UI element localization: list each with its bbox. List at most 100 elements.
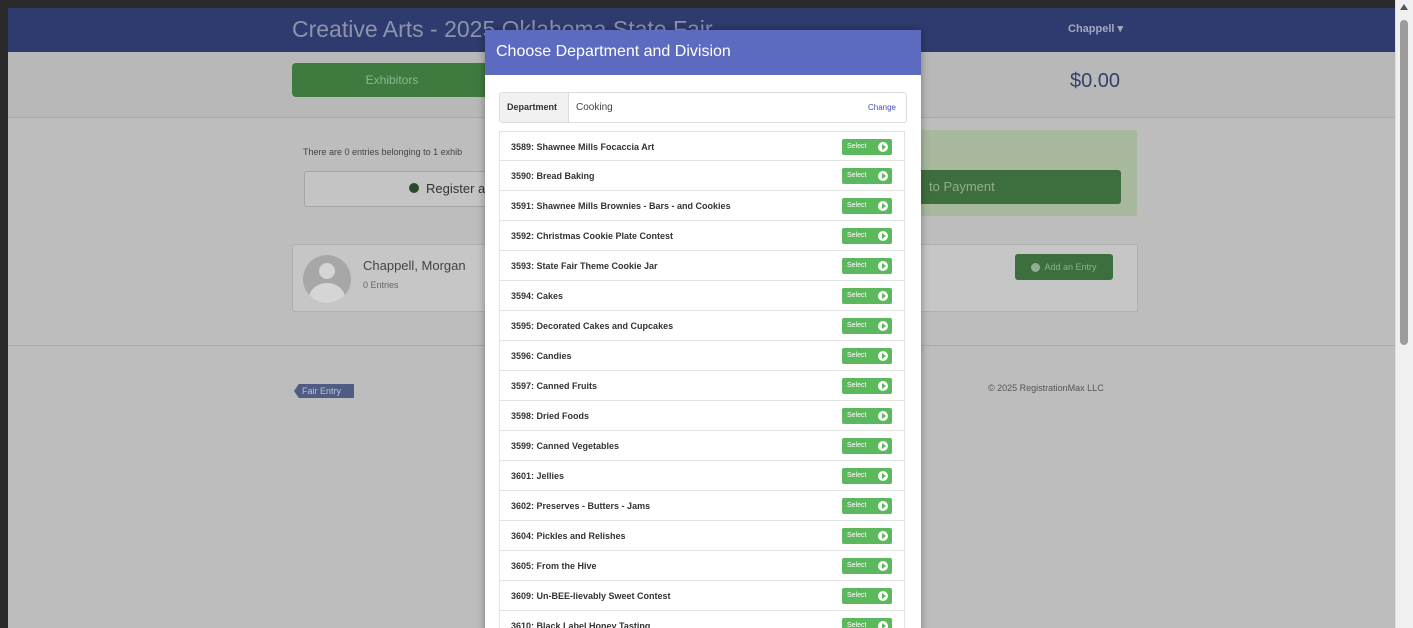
select-division-button[interactable]: Select [842, 618, 892, 628]
division-name: 3604: Pickles and Relishes [511, 531, 626, 541]
division-row: 3590: Bread Baking Select [499, 161, 905, 191]
department-label-cell: Department [500, 93, 569, 122]
division-row: 3591: Shawnee Mills Brownies - Bars - an… [499, 191, 905, 221]
division-name: 3592: Christmas Cookie Plate Contest [511, 231, 674, 241]
select-division-button[interactable]: Select [842, 438, 892, 454]
cart-total: $0.00 [1070, 70, 1121, 92]
division-row: 3589: Shawnee Mills Focaccia Art Select [499, 131, 905, 161]
arrow-right-circle-icon [878, 201, 888, 211]
division-row: 3599: Canned Vegetables Select [499, 431, 905, 461]
plus-circle-icon [409, 183, 419, 193]
select-division-button[interactable]: Select [842, 198, 892, 214]
scroll-up-arrow-icon[interactable] [1400, 4, 1408, 10]
select-button-label: Select [847, 382, 867, 389]
select-button-label: Select [847, 172, 867, 179]
arrow-right-circle-icon [878, 441, 888, 451]
exhibitors-button[interactable]: Exhibitors [292, 63, 492, 97]
division-row: 3596: Candies Select [499, 341, 905, 371]
division-row: 3610: Black Label Honey Tasting Select [499, 611, 905, 628]
register-exhibitor-button[interactable]: Register a [304, 171, 496, 207]
arrow-right-circle-icon [878, 321, 888, 331]
select-button-label: Select [847, 562, 867, 569]
select-division-button[interactable]: Select [842, 528, 892, 544]
copyright-text: © 2025 RegistrationMax LLC [988, 383, 1104, 393]
select-division-button[interactable]: Select [842, 228, 892, 244]
division-name: 3597: Canned Fruits [511, 381, 598, 391]
department-value: Cooking [576, 102, 613, 113]
modal-header: Choose Department and Division [485, 30, 921, 75]
exhibitor-name[interactable]: Chappell, Morgan [363, 258, 466, 273]
division-row: 3609: Un-BEE-lievably Sweet Contest Selec… [499, 581, 905, 611]
arrow-right-circle-icon [878, 471, 888, 481]
division-name: 3594: Cakes [511, 291, 564, 301]
division-row: 3594: Cakes Select [499, 281, 905, 311]
payment-panel: to Payment [921, 130, 1137, 216]
division-row: 3598: Dried Foods Select [499, 401, 905, 431]
select-button-label: Select [847, 502, 867, 509]
division-name: 3601: Jellies [511, 471, 565, 481]
page-backdrop: Creative Arts - 2025 Oklahoma State Fair… [8, 8, 1396, 628]
arrow-right-circle-icon [878, 291, 888, 301]
modal-title: Choose Department and Division [496, 43, 731, 60]
avatar [303, 255, 351, 303]
select-button-label: Select [847, 412, 867, 419]
arrow-right-circle-icon [878, 171, 888, 181]
select-division-button[interactable]: Select [842, 258, 892, 274]
change-department-link[interactable]: Change [868, 103, 896, 112]
division-row: 3593: State Fair Theme Cookie Jar Select [499, 251, 905, 281]
select-division-button[interactable]: Select [842, 139, 892, 155]
select-division-button[interactable]: Select [842, 408, 892, 424]
division-list: 3589: Shawnee Mills Focaccia Art Select 35… [499, 131, 905, 628]
select-button-label: Select [847, 352, 867, 359]
division-name: 3598: Dried Foods [511, 411, 590, 421]
department-row: Department Cooking Change [499, 92, 907, 123]
fair-entry-logo[interactable]: Fair Entry [294, 384, 354, 398]
select-division-button[interactable]: Select [842, 468, 892, 484]
arrow-right-circle-icon [878, 381, 888, 391]
division-name: 3595: Decorated Cakes and Cupcakes [511, 321, 674, 331]
division-name: 3605: From the Hive [511, 561, 597, 571]
page-scrollbar[interactable] [1395, 0, 1413, 628]
select-button-label: Select [847, 143, 867, 150]
division-row: 3592: Christmas Cookie Plate Contest Sele… [499, 221, 905, 251]
select-button-label: Select [847, 472, 867, 479]
select-button-label: Select [847, 592, 867, 599]
select-division-button[interactable]: Select [842, 168, 892, 184]
division-name: 3593: State Fair Theme Cookie Jar [511, 261, 658, 271]
division-name: 3599: Canned Vegetables [511, 441, 620, 451]
select-button-label: Select [847, 262, 867, 269]
continue-to-payment-button[interactable]: to Payment [921, 170, 1121, 204]
division-name: 3596: Candies [511, 351, 572, 361]
select-division-button[interactable]: Select [842, 558, 892, 574]
select-division-button[interactable]: Select [842, 288, 892, 304]
arrow-right-circle-icon [878, 142, 888, 152]
scrollbar-thumb[interactable] [1400, 20, 1408, 345]
division-row: 3605: From the Hive Select [499, 551, 905, 581]
select-button-label: Select [847, 532, 867, 539]
division-name: 3610: Black Label Honey Tasting [511, 621, 651, 628]
select-division-button[interactable]: Select [842, 348, 892, 364]
select-button-label: Select [847, 232, 867, 239]
avatar-body [309, 283, 345, 303]
arrow-right-circle-icon [878, 261, 888, 271]
select-division-button[interactable]: Select [842, 318, 892, 334]
arrow-right-circle-icon [878, 531, 888, 541]
select-division-button[interactable]: Select [842, 378, 892, 394]
avatar-head [319, 263, 335, 279]
select-button-label: Select [847, 322, 867, 329]
division-name: 3590: Bread Baking [511, 171, 595, 181]
select-button-label: Select [847, 442, 867, 449]
division-row: 3604: Pickles and Relishes Select [499, 521, 905, 551]
add-entry-button[interactable]: Add an Entry [1015, 254, 1113, 280]
select-button-label: Select [847, 292, 867, 299]
entries-info-text: There are 0 entries belonging to 1 exhib [303, 147, 463, 157]
select-button-label: Select [847, 622, 867, 628]
plus-circle-icon [1031, 263, 1041, 273]
select-division-button[interactable]: Select [842, 498, 892, 514]
select-division-button[interactable]: Select [842, 588, 892, 604]
division-name: 3589: Shawnee Mills Focaccia Art [511, 142, 655, 152]
window-frame-top [0, 0, 1413, 8]
user-menu-dropdown[interactable]: Chappell ▾ [1068, 22, 1123, 35]
division-name: 3602: Preserves - Butters - Jams [511, 501, 651, 511]
division-row: 3597: Canned Fruits Select [499, 371, 905, 401]
